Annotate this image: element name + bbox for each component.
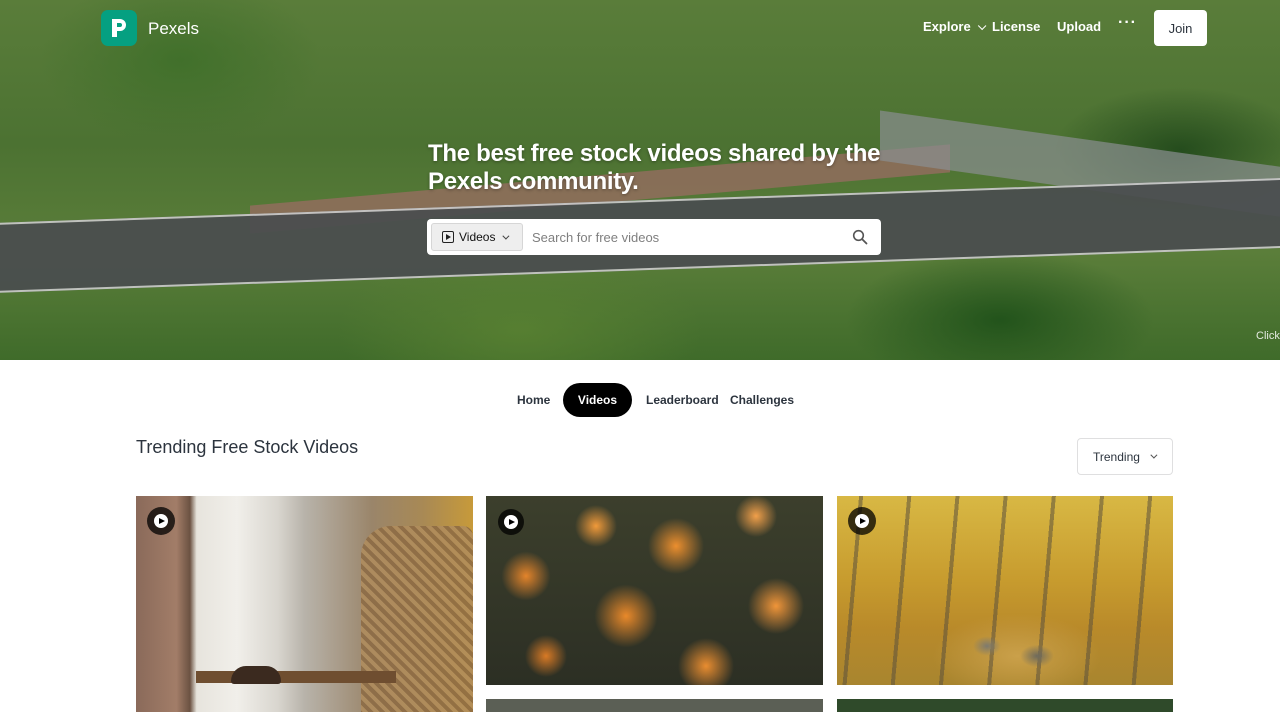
more-menu-icon[interactable]: ··· [1118, 14, 1137, 32]
nav-upload[interactable]: Upload [1057, 19, 1101, 34]
search-icon[interactable] [852, 229, 868, 245]
tab-leaderboard[interactable]: Leaderboard [646, 383, 719, 417]
tab-videos[interactable]: Videos [563, 383, 632, 417]
logo-p-glyph [112, 19, 126, 37]
video-card[interactable] [486, 699, 823, 712]
photo-credit-link[interactable]: Click [1256, 330, 1280, 342]
media-type-dropdown[interactable]: Videos [431, 223, 523, 251]
play-circle-icon [147, 507, 175, 535]
play-dot [154, 514, 168, 528]
sort-dropdown[interactable]: Trending [1077, 438, 1173, 475]
video-thumbnail-chair [361, 526, 473, 712]
search-input[interactable] [532, 219, 842, 255]
chevron-down-icon [977, 21, 987, 31]
tab-home[interactable]: Home [517, 383, 550, 417]
video-card[interactable] [837, 496, 1173, 685]
play-dot [504, 515, 518, 529]
play-circle-icon [848, 507, 876, 535]
pexels-logo-icon[interactable] [101, 10, 137, 46]
sort-dropdown-label: Trending [1093, 449, 1140, 464]
section-title: Trending Free Stock Videos [136, 437, 359, 457]
video-card[interactable] [486, 496, 823, 685]
nav-license[interactable]: License [992, 19, 1040, 34]
top-navigation: Pexels Explore License Upload ··· Join [0, 0, 1280, 56]
media-type-label: Videos [459, 230, 496, 244]
hero-banner: Pexels Explore License Upload ··· Join T… [0, 0, 1280, 360]
join-button[interactable]: Join [1154, 10, 1207, 46]
hero-headline: The best free stock videos shared by the… [428, 140, 881, 195]
video-thumbnail-table [196, 671, 396, 683]
search-bar: Videos [427, 219, 881, 255]
video-thumbnail-hat [231, 666, 281, 684]
video-card[interactable] [136, 496, 473, 712]
tab-challenges[interactable]: Challenges [730, 383, 794, 417]
play-dot [855, 514, 869, 528]
nav-explore[interactable]: Explore [923, 19, 987, 34]
video-thumbnail-stones [957, 616, 1077, 676]
brand-name[interactable]: Pexels [148, 19, 199, 39]
play-circle-icon [498, 509, 524, 535]
section-tabs: Home Videos Leaderboard Challenges [0, 383, 1280, 417]
chevron-down-icon [502, 232, 510, 240]
nav-explore-label: Explore [923, 19, 971, 34]
video-card[interactable] [837, 699, 1173, 712]
chevron-down-icon [1150, 451, 1158, 459]
play-square-icon [442, 231, 454, 243]
